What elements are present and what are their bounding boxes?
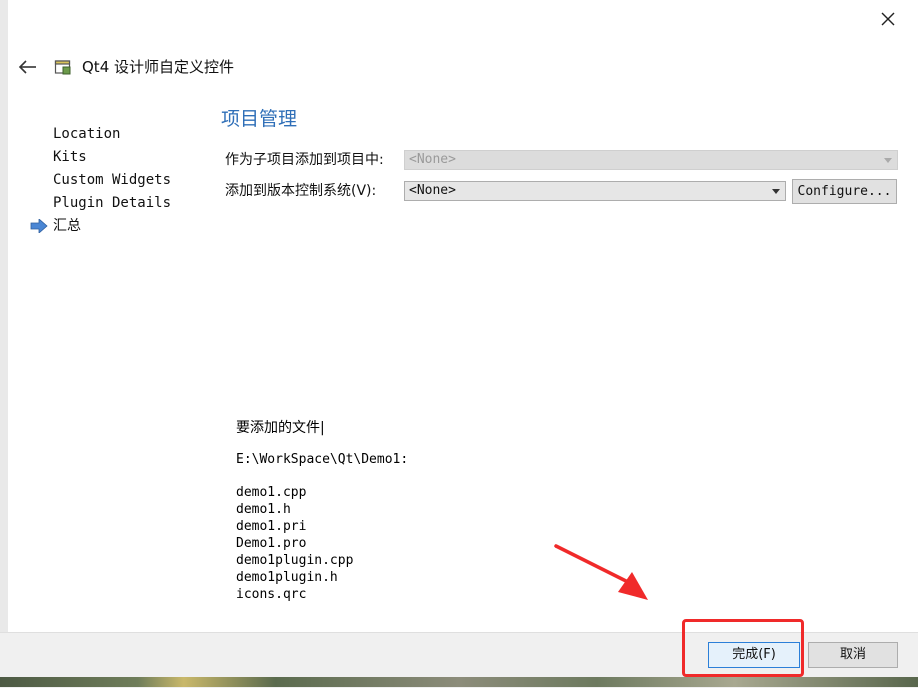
- annotation-highlight-box: [682, 619, 804, 677]
- page-title: 项目管理: [221, 108, 298, 130]
- close-button[interactable]: [874, 6, 902, 32]
- files-directory: E:\WorkSpace\Qt\Demo1:: [236, 452, 409, 467]
- file-item: demo1.pri: [236, 519, 307, 534]
- step-location: Location: [53, 126, 121, 142]
- configure-button[interactable]: Configure...: [792, 179, 897, 204]
- step-summary: 汇总: [53, 218, 81, 234]
- cancel-button[interactable]: 取消: [808, 642, 898, 668]
- files-list: demo1.cpp demo1.h demo1.pri Demo1.pro de…: [236, 484, 353, 603]
- files-heading: 要添加的文件|: [236, 420, 325, 436]
- step-kits: Kits: [53, 149, 87, 165]
- subproject-combobox[interactable]: <None>: [404, 150, 898, 170]
- annotation-arrow-icon: [554, 544, 648, 600]
- back-arrow-icon: [18, 60, 36, 74]
- back-button[interactable]: [16, 56, 40, 78]
- current-step-arrow-icon: [30, 218, 48, 234]
- subproject-combobox-value: <None>: [409, 152, 456, 167]
- file-item: demo1plugin.cpp: [236, 553, 354, 568]
- file-item: icons.qrc: [236, 587, 307, 602]
- window-left-edge: [0, 0, 8, 640]
- file-item: demo1.cpp: [236, 485, 307, 500]
- close-icon: [881, 12, 895, 26]
- version-control-label: 添加到版本控制系统(V):: [225, 183, 377, 199]
- wizard-window-icon: [54, 58, 72, 76]
- chevron-down-icon: [772, 189, 780, 194]
- file-item: demo1.h: [236, 502, 291, 517]
- window-title: Qt4 设计师自定义控件: [82, 58, 235, 76]
- chevron-down-icon: [884, 158, 892, 163]
- step-custom-widgets: Custom Widgets: [53, 172, 172, 188]
- step-plugin-details: Plugin Details: [53, 195, 172, 211]
- add-as-subproject-label: 作为子项目添加到项目中:: [225, 152, 384, 168]
- file-item: demo1plugin.h: [236, 570, 338, 585]
- version-control-combobox-value: <None>: [409, 183, 456, 198]
- version-control-combobox[interactable]: <None>: [404, 181, 786, 201]
- file-item: Demo1.pro: [236, 536, 307, 551]
- desktop-background: [0, 677, 918, 687]
